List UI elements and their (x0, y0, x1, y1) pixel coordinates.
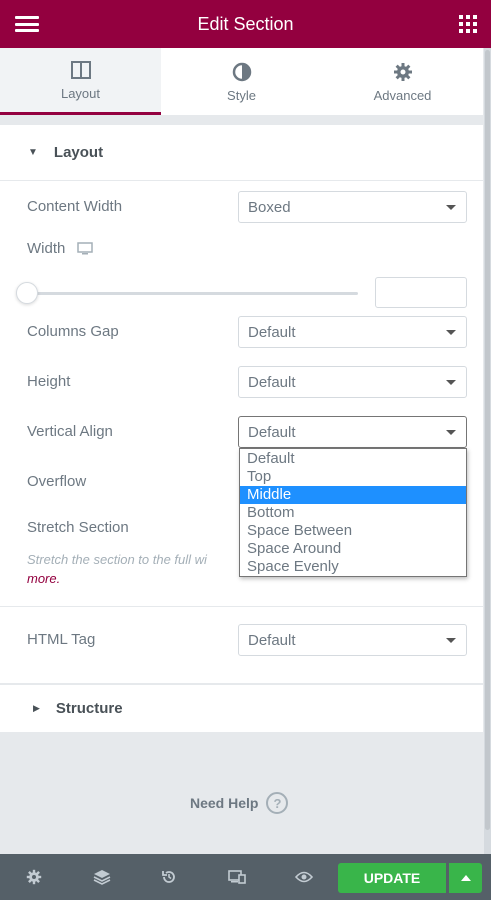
height-select[interactable]: Default (238, 366, 467, 398)
chevron-down-icon (446, 430, 456, 435)
contrast-icon (232, 61, 252, 83)
vertical-align-dropdown: Default Top Middle Bottom Space Between … (239, 448, 467, 577)
need-help-label: Need Help (190, 795, 259, 811)
stretch-section-description: Stretch the section to the full wi more. (27, 550, 257, 588)
dropdown-option[interactable]: Top (240, 468, 466, 486)
columns-gap-select[interactable]: Default (238, 316, 467, 348)
stretch-section-label: Stretch Section (27, 519, 129, 536)
height-value: Default (248, 373, 296, 391)
width-input[interactable] (375, 277, 467, 308)
question-mark-icon: ? (266, 792, 289, 814)
content-width-label: Content Width (27, 198, 123, 215)
tab-advanced[interactable]: Advanced (322, 48, 483, 115)
header-bar: Edit Section (0, 0, 491, 48)
structure-section-title: Structure (55, 700, 123, 717)
dropdown-option[interactable]: Default (240, 450, 466, 468)
content-width-value: Boxed (248, 198, 291, 216)
caret-down-icon: ▼ (28, 147, 38, 158)
chevron-down-icon (446, 638, 456, 643)
dropdown-option[interactable]: Space Around (240, 540, 466, 558)
layout-section-toggle[interactable]: ▼ Layout (0, 125, 483, 181)
columns-icon (70, 59, 91, 81)
chevron-down-icon (446, 205, 456, 210)
divider (0, 606, 483, 607)
caret-right-icon: ▶ (33, 703, 40, 713)
dropdown-option[interactable]: Bottom (240, 504, 466, 522)
chevron-down-icon (446, 380, 456, 385)
columns-gap-label: Columns Gap (27, 323, 119, 340)
tab-style-label: Style (227, 87, 256, 103)
html-tag-value: Default (248, 631, 296, 649)
tab-advanced-label: Advanced (373, 87, 432, 103)
layout-section: ▼ Layout Content Width Boxed Width Colum… (0, 125, 483, 683)
panel-scrollbar[interactable] (484, 48, 491, 854)
settings-icon[interactable] (25, 868, 43, 886)
need-help-link[interactable]: Need Help ? (190, 792, 289, 814)
learn-more-link[interactable]: more. (27, 571, 60, 586)
stretch-description-text: Stretch the section to the full wi (27, 552, 207, 567)
layout-section-title: Layout (53, 144, 104, 161)
content-width-select[interactable]: Boxed (238, 191, 467, 223)
tab-style[interactable]: Style (161, 48, 322, 115)
chevron-down-icon (446, 330, 456, 335)
tab-layout-label: Layout (60, 86, 101, 101)
responsive-mode-icon[interactable] (228, 868, 246, 886)
tab-layout[interactable]: Layout (0, 48, 161, 115)
dropdown-option[interactable]: Space Evenly (240, 558, 466, 576)
gear-icon (393, 61, 413, 83)
update-options-button[interactable] (449, 863, 482, 893)
desktop-icon[interactable] (77, 242, 94, 255)
vertical-align-value: Default (248, 423, 296, 441)
width-slider-track[interactable] (27, 292, 358, 295)
structure-section-toggle[interactable]: ▶ Structure (0, 685, 483, 732)
preview-eye-icon[interactable] (295, 868, 313, 886)
columns-gap-value: Default (248, 323, 296, 341)
html-tag-select[interactable]: Default (238, 624, 467, 656)
history-icon[interactable] (160, 868, 178, 886)
vertical-align-select[interactable]: Default (238, 416, 467, 448)
dropdown-option-highlighted[interactable]: Middle (240, 486, 466, 504)
layers-icon[interactable] (93, 868, 111, 886)
height-label: Height (27, 373, 71, 390)
dropdown-option[interactable]: Space Between (240, 522, 466, 540)
scrollbar-thumb[interactable] (485, 50, 490, 830)
widgets-grid-icon[interactable] (459, 15, 477, 33)
width-label-group: Width (27, 240, 94, 257)
update-button[interactable]: UPDATE (338, 863, 446, 893)
width-slider-handle[interactable] (16, 282, 38, 304)
vertical-align-label: Vertical Align (27, 423, 113, 440)
html-tag-label: HTML Tag (27, 631, 96, 648)
width-label: Width (27, 240, 66, 257)
panel-title: Edit Section (197, 13, 294, 34)
caret-up-icon (460, 875, 471, 881)
overflow-label: Overflow (27, 473, 87, 490)
tab-bar: Layout Style Advanced (0, 48, 483, 115)
hamburger-menu-icon[interactable] (15, 16, 39, 32)
